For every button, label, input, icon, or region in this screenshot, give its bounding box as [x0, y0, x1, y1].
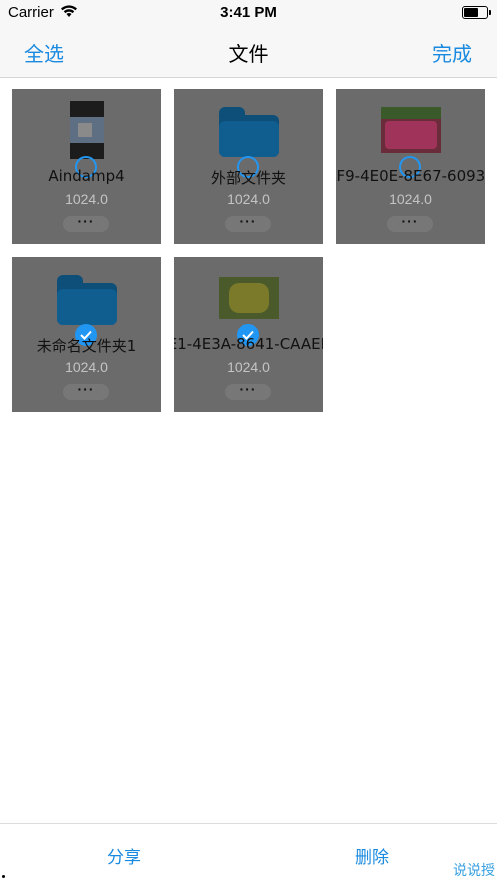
file-name: E1-4E3A-8641-CAAEF	[174, 335, 323, 353]
more-button[interactable]: ···	[225, 382, 271, 400]
file-cell[interactable]: 外部文件夹 1024.0 ···	[174, 89, 323, 244]
more-button[interactable]: ···	[63, 382, 109, 400]
more-button[interactable]: ···	[387, 214, 433, 232]
status-bar: Carrier 3:41 PM	[0, 0, 497, 26]
video-thumbnail	[69, 101, 104, 159]
file-cell[interactable]: 未命名文件夹1 1024.0 ···	[12, 257, 161, 412]
file-cell[interactable]: E1-4E3A-8641-CAAEF 1024.0 ···	[174, 257, 323, 412]
folder-icon	[218, 107, 279, 157]
more-button[interactable]: ···	[63, 214, 109, 232]
delete-button[interactable]: 删除	[355, 843, 389, 868]
watermark: 说说授	[453, 863, 495, 879]
file-size: 1024.0	[389, 191, 432, 207]
file-size: 1024.0	[227, 359, 270, 375]
file-name: Aindamp4	[48, 167, 125, 185]
photo-thumbnail	[218, 277, 279, 319]
navigation-bar: 全选 文件 完成	[0, 26, 497, 78]
folder-icon	[56, 275, 117, 325]
file-cell[interactable]: Aindamp4 1024.0 ···	[12, 89, 161, 244]
dot-mark	[2, 875, 5, 878]
file-size: 1024.0	[227, 191, 270, 207]
file-name: AF9-4E0E-8E67-60931	[336, 167, 485, 185]
file-cell[interactable]: AF9-4E0E-8E67-60931 1024.0 ···	[336, 89, 485, 244]
photo-thumbnail	[380, 107, 441, 153]
more-button[interactable]: ···	[225, 214, 271, 232]
share-button[interactable]: 分享	[107, 843, 141, 868]
bottom-toolbar: 分享 删除 说说授	[0, 823, 497, 884]
file-name: 外部文件夹	[210, 169, 286, 187]
file-size: 1024.0	[65, 191, 108, 207]
battery-icon	[462, 6, 491, 19]
file-name: 未命名文件夹1	[36, 337, 137, 355]
status-time: 3:41 PM	[220, 4, 277, 21]
file-size: 1024.0	[65, 359, 108, 375]
page-title: 文件	[228, 42, 269, 66]
done-button[interactable]: 完成	[432, 38, 472, 67]
